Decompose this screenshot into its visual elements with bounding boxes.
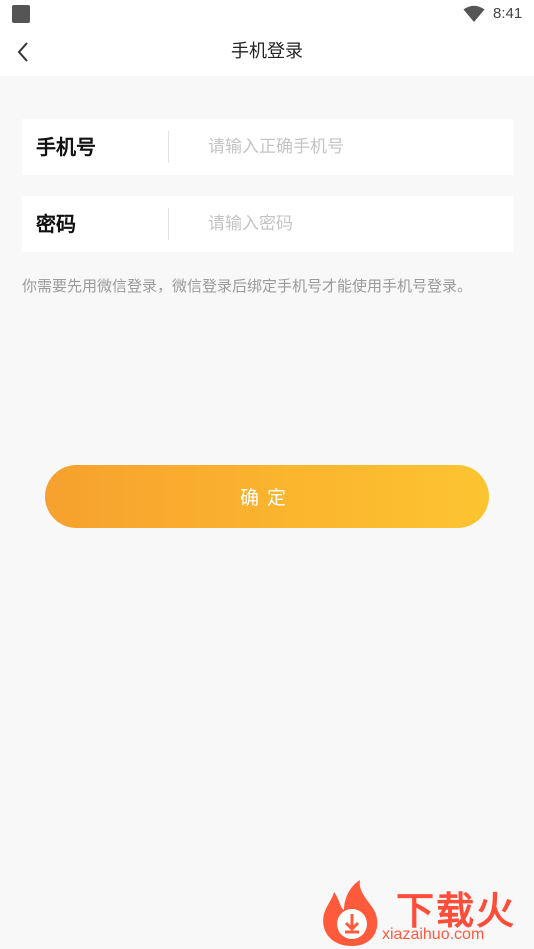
wifi-icon: [463, 5, 485, 22]
nav-bar: 手机登录: [0, 28, 534, 76]
chevron-left-icon[interactable]: [14, 40, 32, 64]
phone-input[interactable]: [208, 127, 498, 167]
login-hint: 你需要先用微信登录，微信登录后绑定手机号才能使用手机号登录。: [22, 277, 473, 295]
flame-download-icon: [323, 880, 378, 946]
confirm-button[interactable]: 确定: [45, 465, 489, 528]
phone-row: 手机号: [22, 119, 513, 175]
login-screen: 8:41 手机登录 手机号 密码 你需要先用微信登录，微信登录后绑定手机号才能使…: [0, 0, 534, 949]
password-row: 密码: [22, 196, 513, 252]
password-input[interactable]: [208, 204, 498, 244]
watermark-domain: xiazaihuo.com: [382, 926, 485, 943]
divider: [168, 131, 169, 163]
phone-label: 手机号: [36, 135, 96, 159]
password-label: 密码: [36, 212, 76, 236]
watermark: 下载火 xiazaihuo.com: [312, 876, 534, 949]
divider: [168, 208, 169, 240]
status-time: 8:41: [493, 5, 523, 22]
status-bar: 8:41: [0, 0, 534, 28]
page-title: 手机登录: [231, 41, 303, 62]
notification-icon: [12, 5, 30, 23]
